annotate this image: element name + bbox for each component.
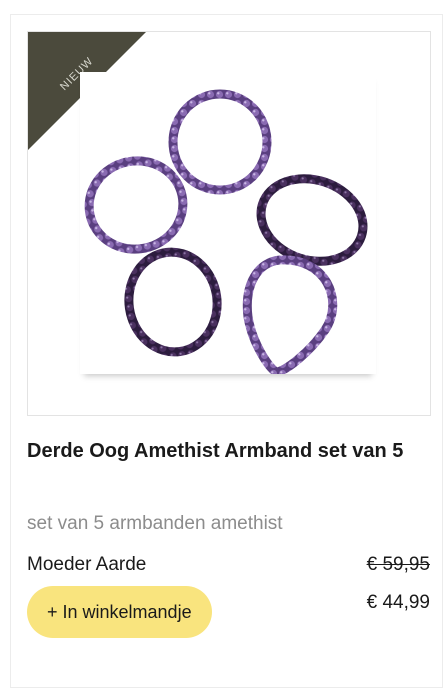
sale-price: € 44,99 [366,592,430,613]
bracelet-left [84,156,188,254]
bracelet-bottom-left [124,247,222,357]
product-card[interactable]: NIEUW Derde Oog Amethist Armband set van… [10,14,443,688]
bracelet-top [168,89,272,195]
bracelet-right [256,174,368,266]
brand-name: Moeder Aarde [27,554,147,575]
add-to-cart-button[interactable]: + In winkelmandje [27,586,212,638]
bracelets-illustration [84,89,368,377]
bracelet-bottom-right [242,255,338,377]
product-title[interactable]: Derde Oog Amethist Armband set van 5 [27,433,427,470]
product-subtitle: set van 5 armbanden amethist [27,513,283,534]
product-image[interactable] [80,72,376,377]
product-image-frame[interactable]: NIEUW [27,31,431,416]
original-price: € 59,95 [366,554,430,575]
